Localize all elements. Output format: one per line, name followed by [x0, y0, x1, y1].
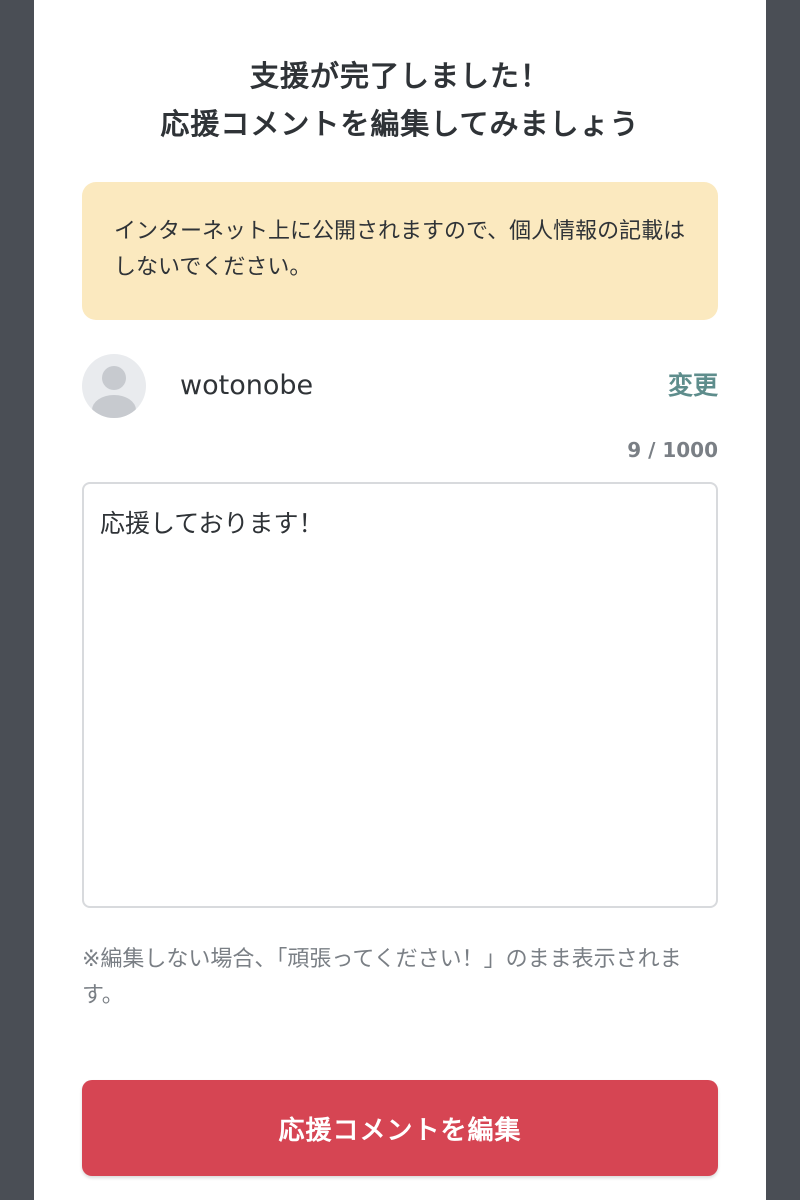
default-comment-note: ※編集しない場合、「頑張ってください！」のまま表示されます。: [82, 947, 682, 1008]
page-title-line1: 支援が完了しました！: [249, 59, 550, 93]
page-title-line2: 応援コメントを編集してみましょう: [160, 107, 640, 141]
support-comment-textarea[interactable]: 応援しております！: [82, 482, 718, 908]
change-user-link[interactable]: 変更: [668, 368, 718, 404]
privacy-notice-text: インターネット上に公開されますので、個人情報の記載はしないでください。: [114, 219, 686, 280]
comment-edit-panel: 支援が完了しました！ 応援コメントを編集してみましょう インターネット上に公開さ…: [34, 0, 766, 1200]
user-avatar-icon: [82, 354, 146, 418]
page-title: 支援が完了しました！ 応援コメントを編集してみましょう: [34, 52, 766, 148]
character-counter: 9 / 1000: [627, 438, 718, 462]
privacy-notice: インターネット上に公開されますので、個人情報の記載はしないでください。: [82, 182, 718, 320]
username: wotonobe: [180, 370, 314, 401]
edit-comment-button[interactable]: 応援コメントを編集: [82, 1080, 718, 1176]
